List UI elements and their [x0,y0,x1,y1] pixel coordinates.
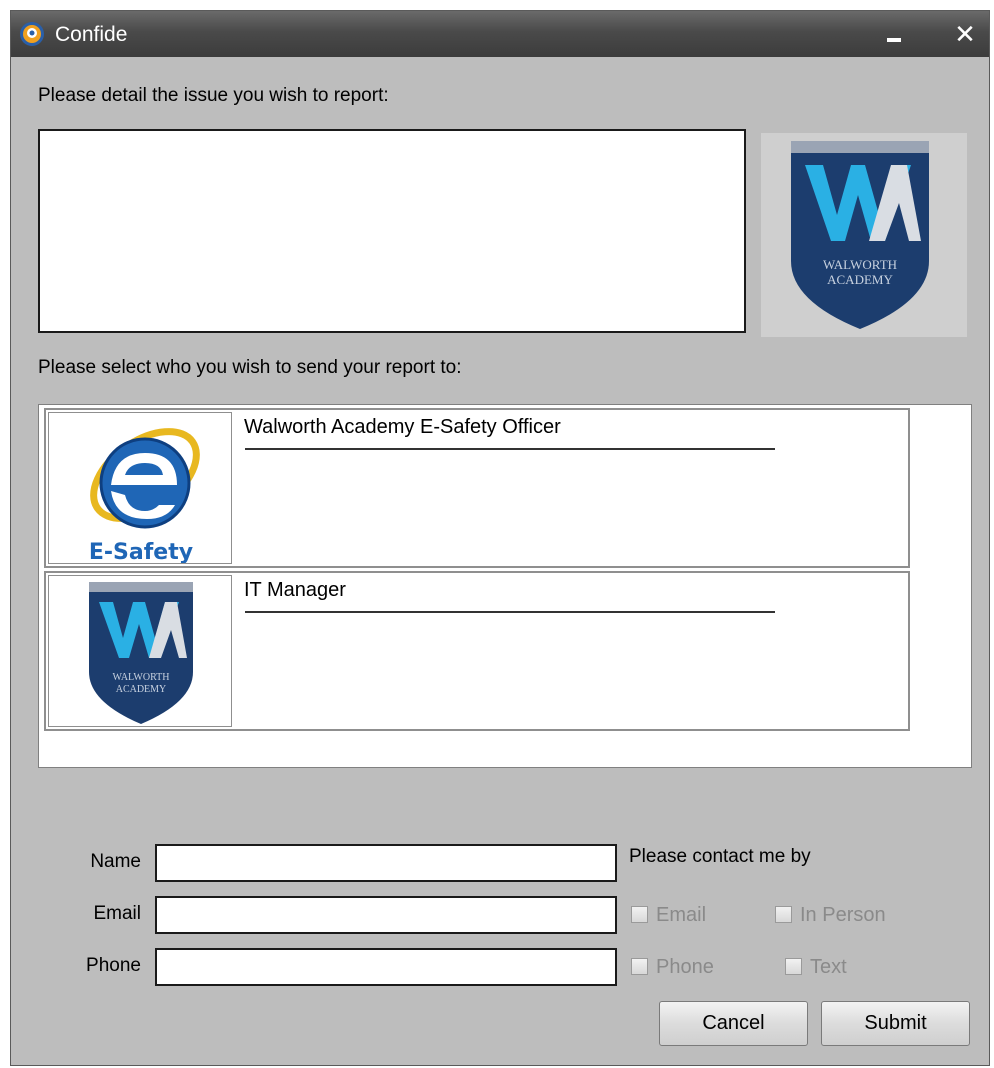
logo-text-academy: ACADEMY [827,272,893,287]
title-bar[interactable]: Confide ✕ [11,11,989,57]
email-field[interactable] [155,896,617,934]
checkbox-label: Email [656,904,707,926]
walworth-academy-logo-panel: WALWORTH ACADEMY [761,133,967,337]
recipient-item-it-manager[interactable]: WALWORTH ACADEMY IT Manager [44,571,910,731]
issue-prompt: Please detail the issue you wish to repo… [38,85,389,106]
name-input[interactable] [157,846,615,880]
recipient-name: IT Manager [244,579,346,601]
walworth-academy-logo: WALWORTH ACADEMY [791,141,929,329]
checkbox-icon [631,958,648,975]
submit-button[interactable]: Submit [821,1001,970,1046]
confide-window: Confide ✕ Please detail the issue you wi… [10,10,990,1066]
recipient-underline [245,611,775,613]
recipient-underline [245,448,775,450]
email-input[interactable] [157,898,615,932]
recipient-item-e-safety-officer[interactable]: E-Safety Walworth Academy E-Safety Offic… [44,408,910,568]
e-safety-icon: E-Safety [48,412,232,564]
issue-input[interactable] [40,131,744,331]
recipient-name: Walworth Academy E-Safety Officer [244,416,561,438]
phone-field[interactable] [155,948,617,986]
confide-app-icon [19,21,45,47]
cancel-button[interactable]: Cancel [659,1001,808,1046]
checkbox-label: Phone [656,956,714,978]
checkbox-icon [631,906,648,923]
phone-input[interactable] [157,950,615,984]
name-field[interactable] [155,844,617,882]
e-safety-caption: E-Safety [89,540,193,564]
close-icon[interactable]: ✕ [949,19,981,49]
logo-text-walworth: WALWORTH [113,672,170,683]
checkbox-icon [775,906,792,923]
walworth-academy-logo: WALWORTH ACADEMY [48,575,232,727]
recipients-prompt: Please select who you wish to send your … [38,357,462,378]
recipient-list[interactable]: E-Safety Walworth Academy E-Safety Offic… [38,404,972,768]
contact-in-person-checkbox[interactable]: In Person [775,904,886,927]
name-label: Name [90,851,141,872]
email-label: Email [93,903,141,924]
window-title: Confide [55,23,128,46]
logo-text-walworth: WALWORTH [823,257,897,272]
contact-heading: Please contact me by [629,846,811,867]
contact-phone-checkbox[interactable]: Phone [631,956,714,979]
phone-label: Phone [86,955,141,976]
minimize-icon[interactable] [879,19,911,49]
checkbox-icon [785,958,802,975]
contact-email-checkbox[interactable]: Email [631,904,706,927]
checkbox-label: Text [810,956,847,978]
checkbox-label: In Person [800,904,886,926]
contact-text-checkbox[interactable]: Text [785,956,847,979]
issue-textarea[interactable] [38,129,746,333]
logo-text-academy: ACADEMY [116,684,167,695]
